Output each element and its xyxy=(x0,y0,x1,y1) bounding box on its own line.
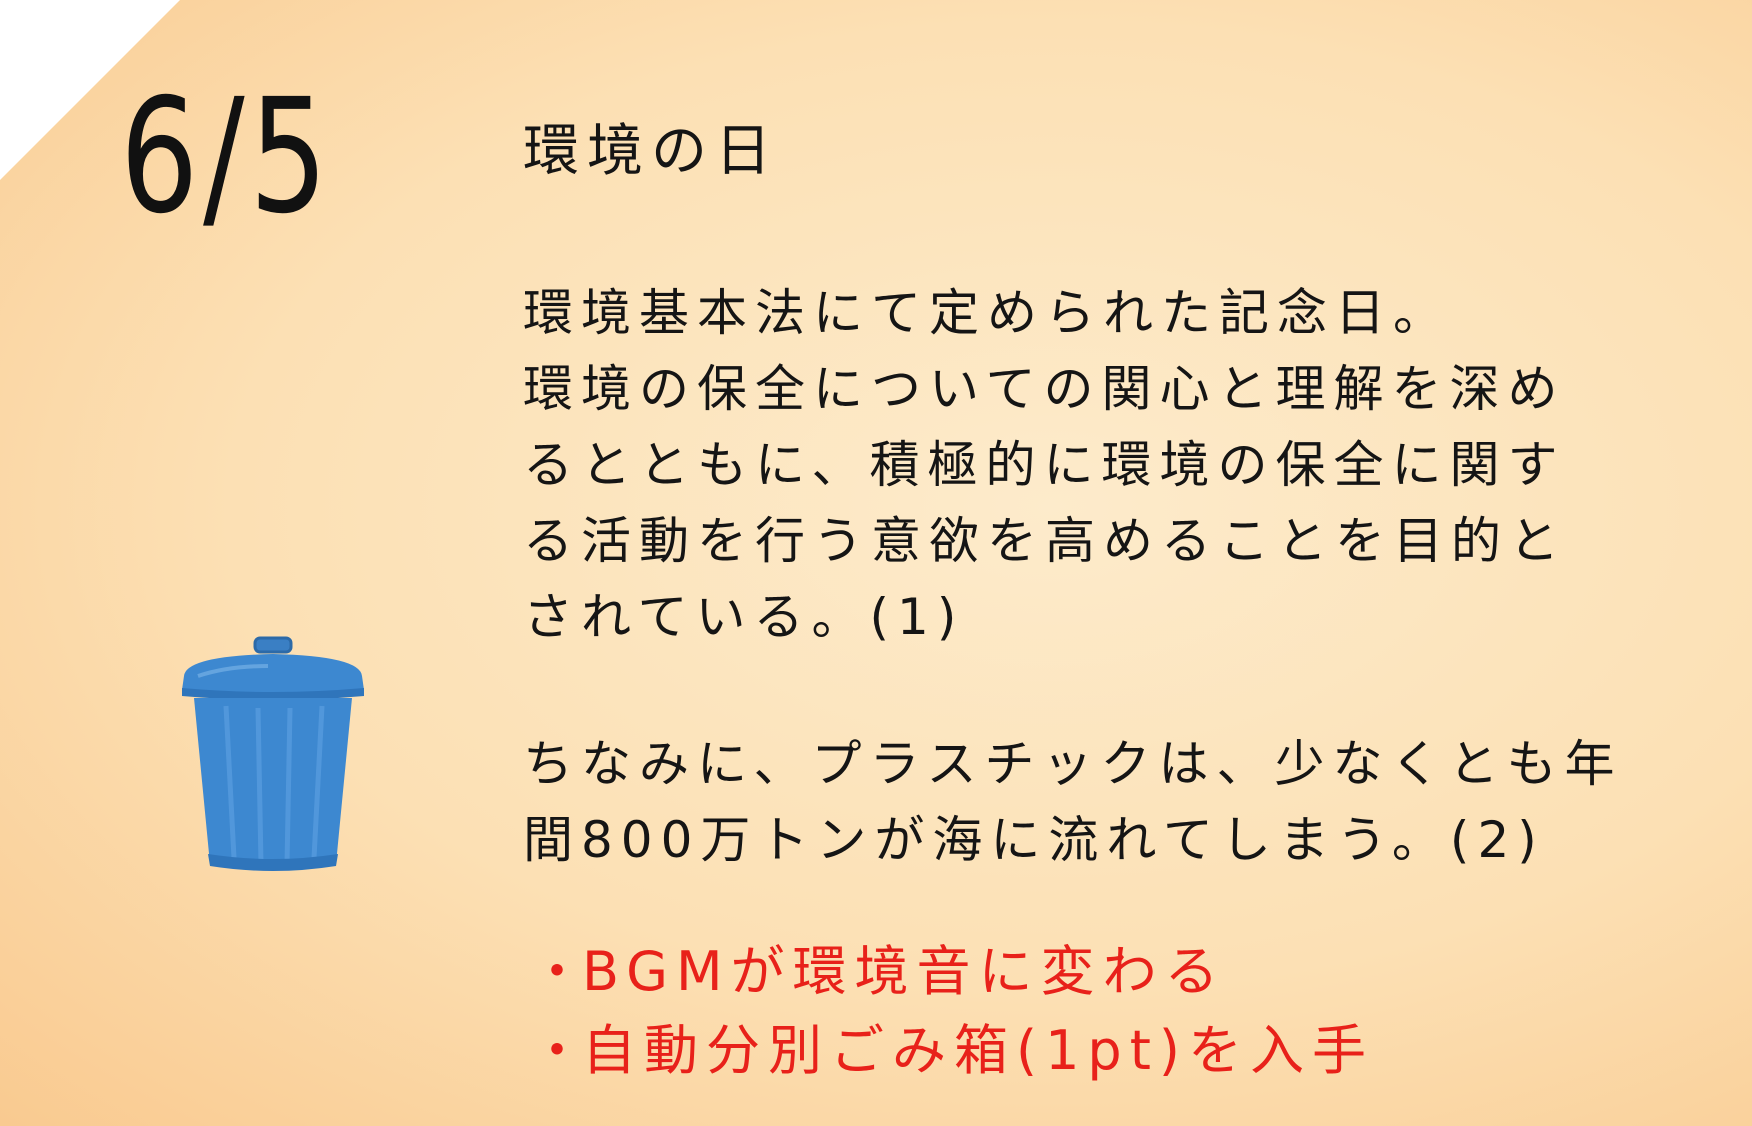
description-paragraph: 環境基本法にて定められた記念日。 環境の保全についての関心と理解を深め るととも… xyxy=(523,275,1703,655)
description-line: されている。(1) xyxy=(523,588,965,646)
event-title: 環境の日 xyxy=(523,119,779,184)
description-line: る活動を行う意欲を高めることを目的と xyxy=(523,512,1567,570)
effect-text: BGMが環境音に変わる xyxy=(582,940,1227,1003)
description-line: 環境基本法にて定められた記念日。 xyxy=(523,284,1451,342)
bullet-dot: ・ xyxy=(530,940,592,1003)
fact-paragraph: ちなみに、プラスチックは、少なくとも年 間800万トンが海に流れてしまう。(2) xyxy=(523,726,1703,878)
bullet-dot: ・ xyxy=(530,1019,592,1082)
description-line: るとともに、積極的に環境の保全に関す xyxy=(523,436,1566,494)
effect-item: ・BGMが環境音に変わる xyxy=(530,932,1374,1011)
description-line: 環境の保全についての関心と理解を深め xyxy=(523,360,1566,418)
date-label: 6/5 xyxy=(120,65,333,249)
effect-text: 自動分別ごみ箱(1pt)を入手 xyxy=(582,1019,1374,1082)
effects-list: ・BGMが環境音に変わる ・自動分別ごみ箱(1pt)を入手 xyxy=(530,932,1374,1090)
trash-can-icon xyxy=(182,636,364,871)
effect-item: ・自動分別ごみ箱(1pt)を入手 xyxy=(530,1011,1374,1090)
fact-line: ちなみに、プラスチックは、少なくとも年 xyxy=(523,735,1623,793)
fact-line: 間800万トンが海に流れてしまう。(2) xyxy=(523,811,1545,869)
